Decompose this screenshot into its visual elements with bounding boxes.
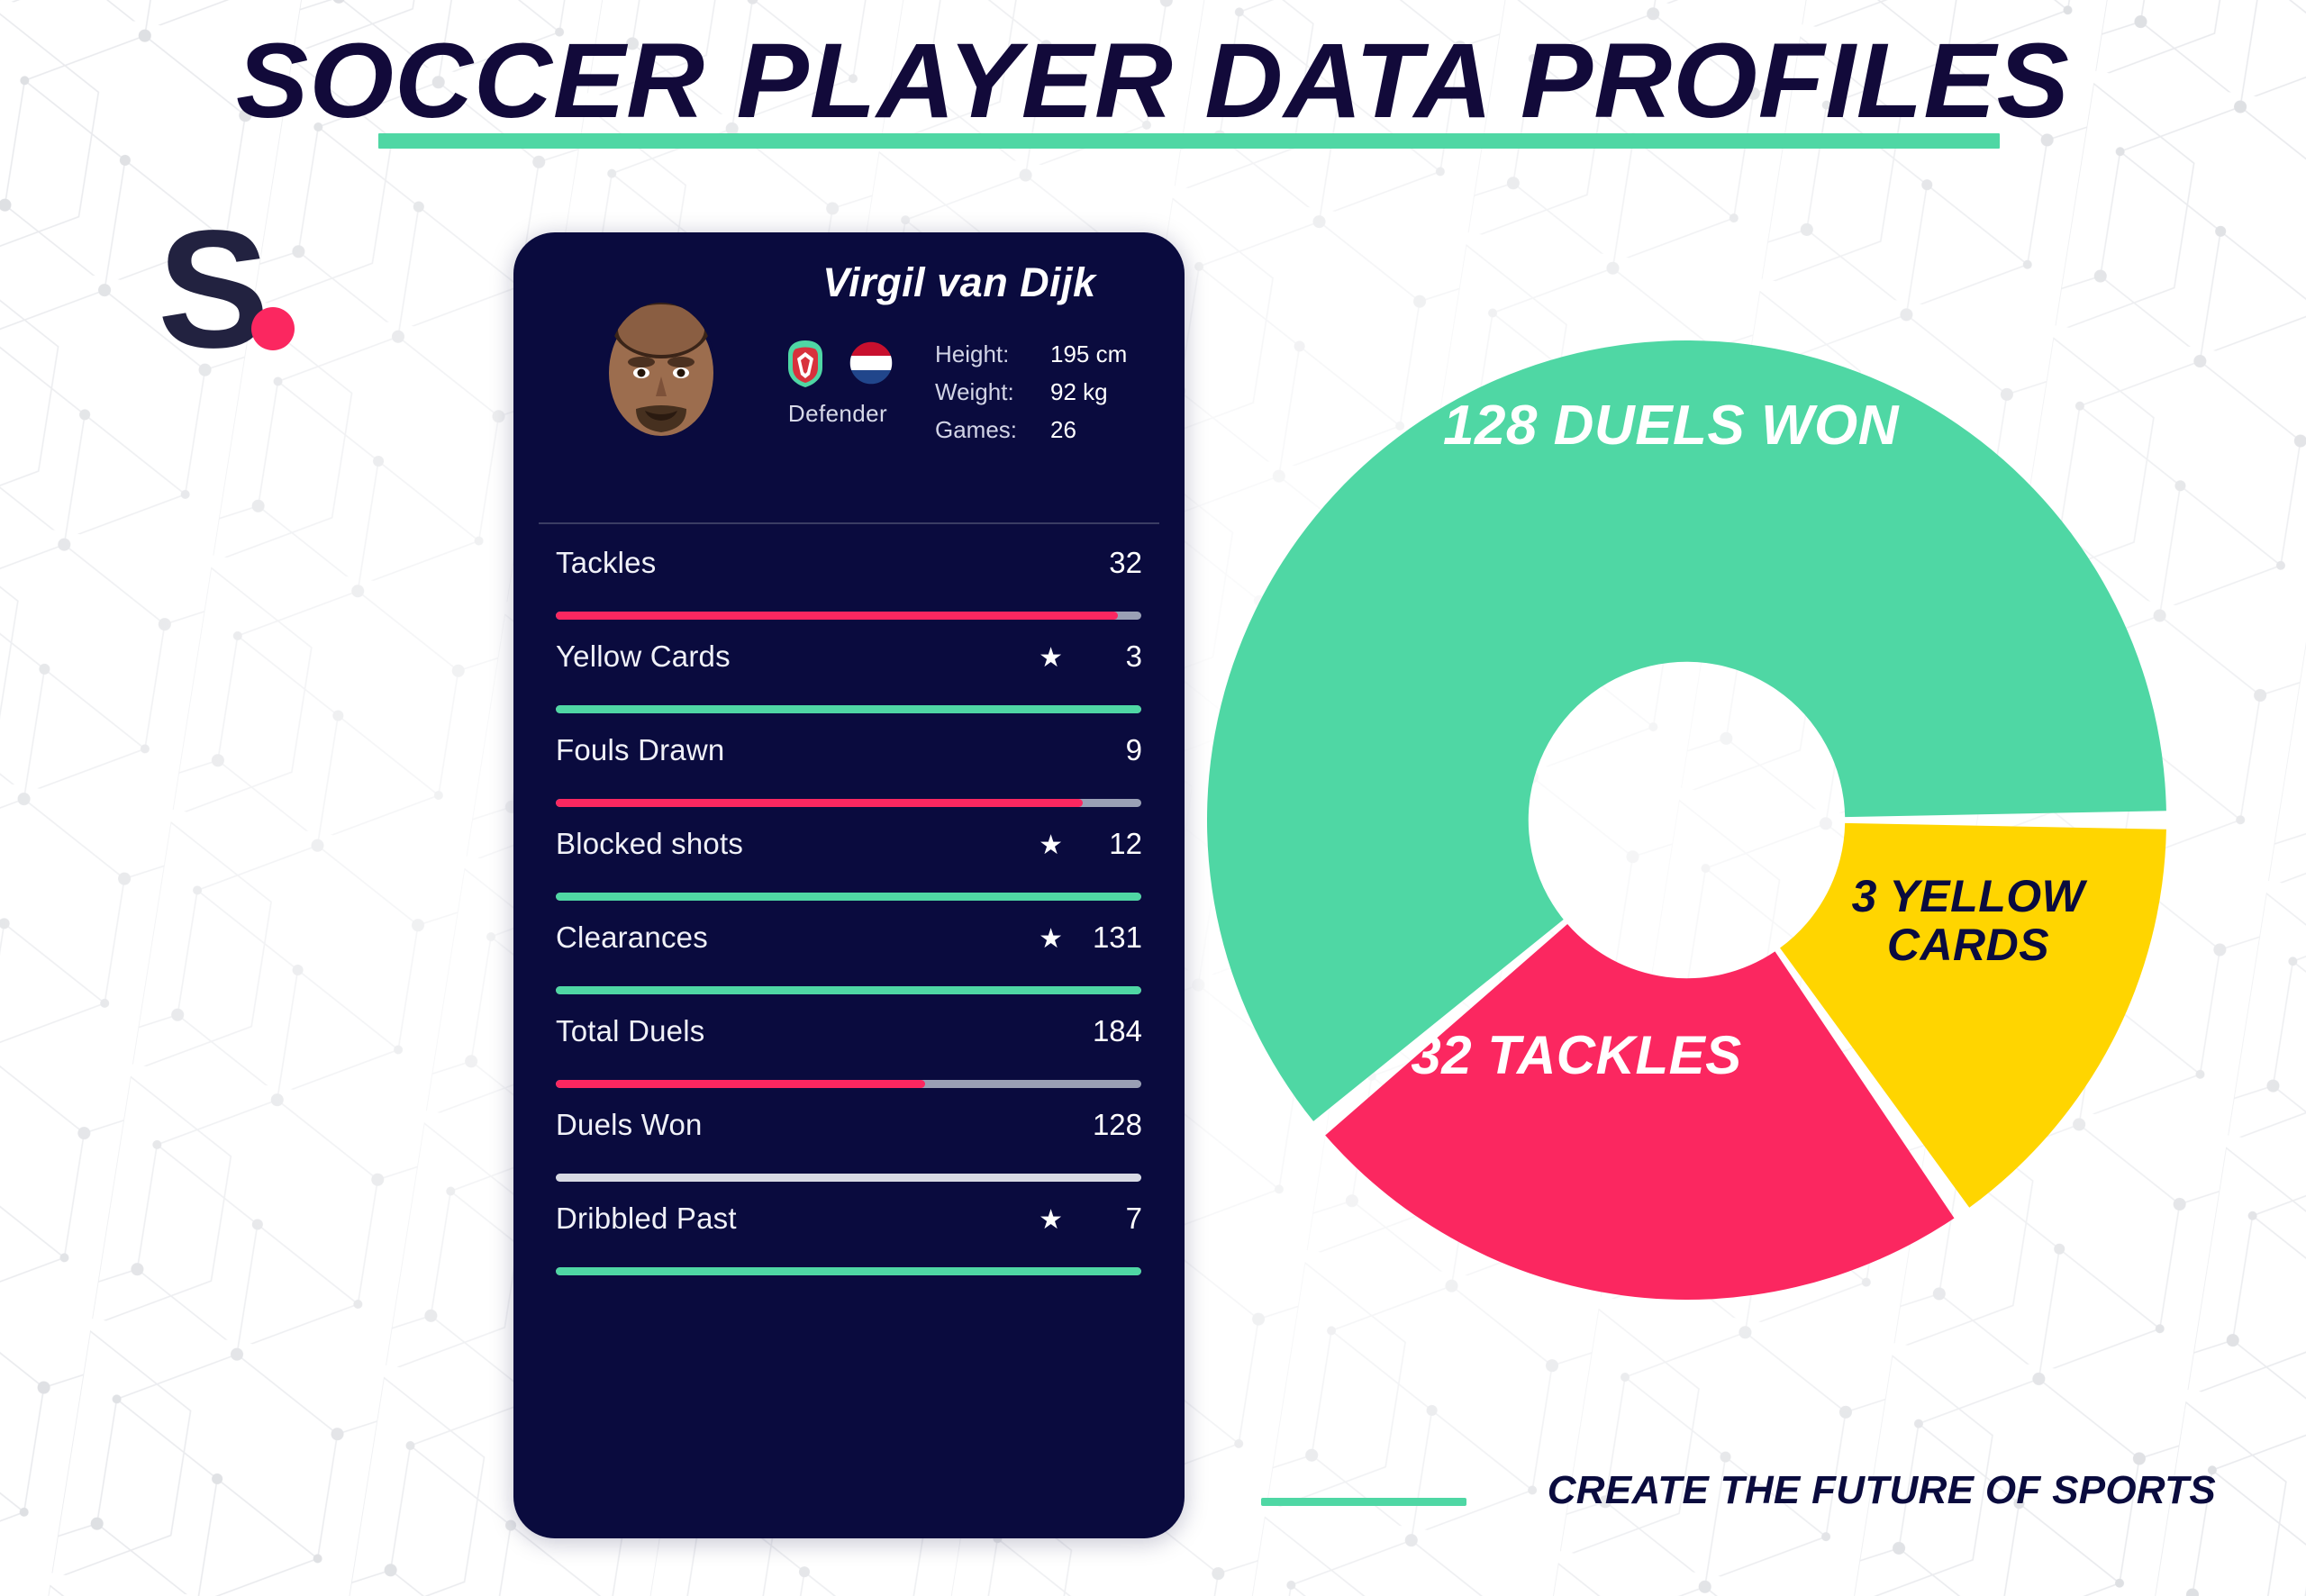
player-badges: Defender bbox=[757, 337, 919, 454]
stat-bar-track bbox=[556, 1267, 1141, 1275]
footer-tagline: CREATE THE FUTURE OF SPORTS bbox=[1547, 1468, 2216, 1512]
stat-value: 9 bbox=[1125, 733, 1142, 766]
player-avatar bbox=[607, 303, 715, 436]
attribute-key: Weight: bbox=[935, 378, 1014, 405]
attribute-row: Games: 26 bbox=[935, 416, 1127, 444]
stat-value: 128 bbox=[1092, 1108, 1142, 1141]
stat-bar-fill bbox=[556, 1080, 925, 1088]
attribute-row: Height: 195 cm bbox=[935, 340, 1127, 368]
star-icon: ★ bbox=[1039, 1205, 1063, 1235]
star-icon: ★ bbox=[1039, 643, 1063, 673]
stat-row: Clearances ★ 131 bbox=[536, 920, 1162, 1014]
logo-letter-s: S bbox=[158, 221, 269, 378]
attribute-key: Games: bbox=[935, 416, 1018, 443]
stat-bar-track bbox=[556, 612, 1141, 620]
star-icon: ★ bbox=[1039, 830, 1063, 860]
stat-bar-track bbox=[556, 799, 1141, 807]
footer-rule bbox=[1261, 1498, 1466, 1506]
stat-top: Duels Won 128 bbox=[536, 1108, 1162, 1165]
stat-label: Blocked shots bbox=[556, 827, 744, 860]
player-card-header: Virgil van Dijk Defender Height: 195 cm … bbox=[513, 232, 1185, 521]
stat-row: Yellow Cards ★ 3 bbox=[536, 639, 1162, 733]
stat-bar-track bbox=[556, 1174, 1141, 1182]
stat-label: Total Duels bbox=[556, 1014, 705, 1047]
stat-top: Clearances ★ 131 bbox=[536, 920, 1162, 978]
card-divider bbox=[539, 522, 1159, 524]
player-name: Virgil van Dijk bbox=[822, 259, 1096, 305]
stat-value: 3 bbox=[1125, 639, 1142, 673]
netherlands-flag-icon bbox=[849, 340, 894, 385]
stat-top: Dribbled Past ★ 7 bbox=[536, 1202, 1162, 1259]
page-title: SOCCER PLAYER DATA PROFILES bbox=[236, 22, 2070, 141]
donut-label-yellow-cards: 3 YELLOW CARDS bbox=[1851, 871, 2085, 970]
player-stats-list: Tackles 32 Yellow Cards ★ 3 Fouls Drawn 9 Block… bbox=[536, 546, 1162, 1295]
stat-label: Tackles bbox=[556, 546, 657, 579]
stat-top: Blocked shots ★ 12 bbox=[536, 827, 1162, 884]
stat-top: Tackles 32 bbox=[536, 546, 1162, 603]
brand-logo: S bbox=[158, 221, 295, 378]
stat-bar-fill bbox=[556, 986, 1141, 994]
attribute-value: 195 cm bbox=[1050, 340, 1128, 367]
stat-label: Clearances bbox=[556, 920, 708, 954]
stat-bar-fill bbox=[556, 612, 1118, 620]
donut-label-duels-won: 128 DUELS WON bbox=[1442, 394, 1900, 457]
stat-value: 7 bbox=[1125, 1202, 1142, 1235]
stat-bar-fill bbox=[556, 1174, 1141, 1182]
attribute-key: Height: bbox=[935, 340, 1010, 367]
donut-label-tackles: 32 TACKLES bbox=[1411, 1025, 1742, 1085]
player-position: Defender bbox=[787, 400, 888, 427]
stat-row: Duels Won 128 bbox=[536, 1108, 1162, 1202]
stat-bar-fill bbox=[556, 1267, 1141, 1275]
stat-label: Yellow Cards bbox=[556, 639, 731, 673]
attribute-value: 92 kg bbox=[1050, 378, 1108, 405]
logo-dot-icon bbox=[251, 307, 295, 350]
player-meta-row: Defender Height: 195 cm Weight: 92 kg Ga… bbox=[757, 337, 1162, 454]
stat-row: Dribbled Past ★ 7 bbox=[536, 1202, 1162, 1295]
stat-top: Total Duels 184 bbox=[536, 1014, 1162, 1072]
stat-bar-fill bbox=[556, 893, 1141, 901]
stat-top: Yellow Cards ★ 3 bbox=[536, 639, 1162, 697]
stat-bar-track bbox=[556, 705, 1141, 713]
stat-bar-fill bbox=[556, 799, 1083, 807]
stat-value: 184 bbox=[1092, 1014, 1142, 1047]
stat-bar-track bbox=[556, 986, 1141, 994]
stats-donut-chart bbox=[1207, 340, 2166, 1300]
stat-top: Fouls Drawn 9 bbox=[536, 733, 1162, 791]
star-icon: ★ bbox=[1039, 924, 1063, 954]
stat-label: Duels Won bbox=[556, 1108, 703, 1141]
stat-row: Fouls Drawn 9 bbox=[536, 733, 1162, 827]
stat-row: Total Duels 184 bbox=[536, 1014, 1162, 1108]
stat-label: Fouls Drawn bbox=[556, 733, 725, 766]
stat-bar-track bbox=[556, 1080, 1141, 1088]
player-card: Virgil van Dijk Defender Height: 195 cm … bbox=[513, 232, 1185, 1538]
attribute-value: 26 bbox=[1050, 416, 1076, 443]
stat-row: Blocked shots ★ 12 bbox=[536, 827, 1162, 920]
stat-bar-track bbox=[556, 893, 1141, 901]
stat-value: 12 bbox=[1109, 827, 1142, 860]
stat-value: 131 bbox=[1092, 920, 1142, 954]
page-title-wrap: SOCCER PLAYER DATA PROFILES bbox=[0, 22, 2306, 141]
stat-value: 32 bbox=[1109, 546, 1142, 579]
stat-row: Tackles 32 bbox=[536, 546, 1162, 639]
attribute-row: Weight: 92 kg bbox=[935, 378, 1127, 406]
stat-bar-fill bbox=[556, 705, 1141, 713]
player-attributes: Height: 195 cm Weight: 92 kg Games: 26 bbox=[935, 337, 1127, 454]
liverpool-crest-icon bbox=[788, 340, 822, 387]
stat-label: Dribbled Past bbox=[556, 1202, 737, 1235]
